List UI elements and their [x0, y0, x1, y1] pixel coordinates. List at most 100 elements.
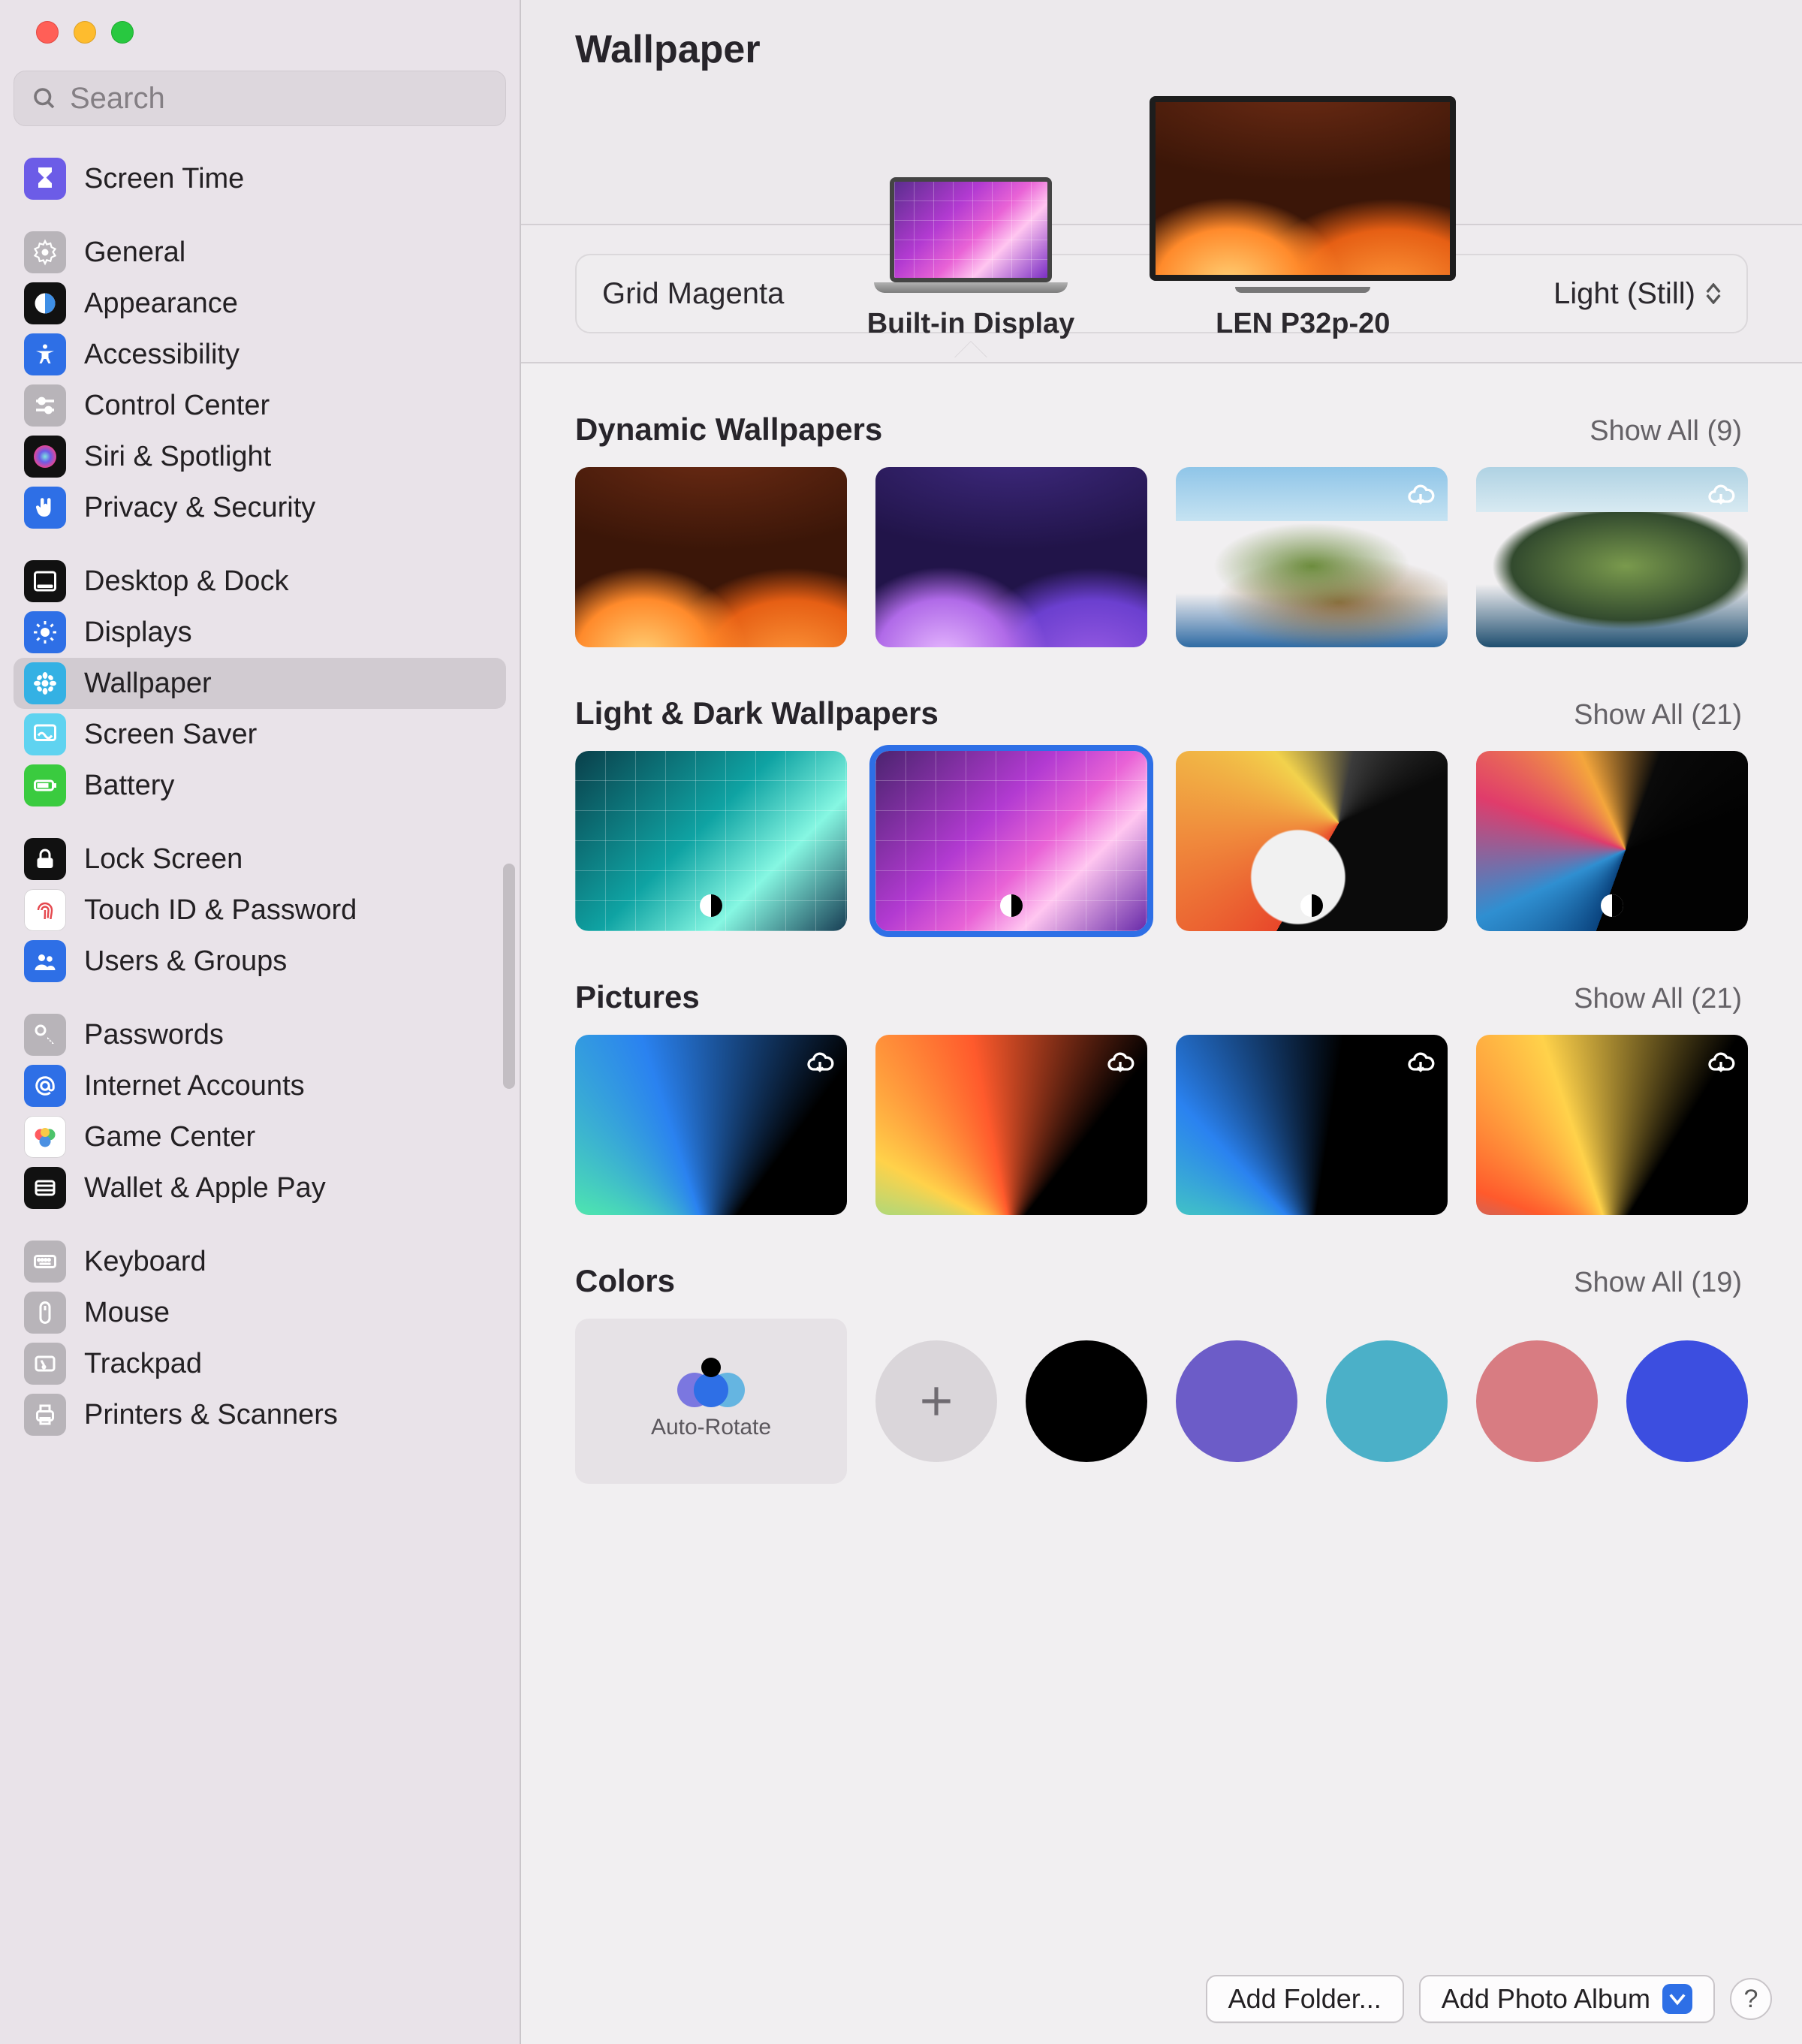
help-button[interactable]: ?: [1730, 1978, 1772, 2020]
wallpaper-thumb[interactable]: [1176, 467, 1448, 647]
window-minimize-button[interactable]: [74, 21, 96, 44]
color-swatch[interactable]: [1026, 1340, 1147, 1462]
sidebar-item-touch-id[interactable]: Touch ID & Password: [14, 885, 506, 936]
appearance-icon: [24, 282, 66, 324]
window-close-button[interactable]: [36, 21, 59, 44]
sidebar-item-screen-saver[interactable]: Screen Saver: [14, 709, 506, 760]
builtin-display[interactable]: Built-in Display: [867, 177, 1075, 340]
search-icon: [31, 85, 58, 112]
sidebar-item-general[interactable]: General: [14, 227, 506, 278]
add-folder-button[interactable]: Add Folder...: [1206, 1975, 1404, 2023]
wallpaper-thumb[interactable]: [1176, 751, 1448, 931]
cloud-download-icon: [1704, 478, 1737, 511]
appearance-mode-label: Light (Still): [1553, 277, 1695, 311]
external-display[interactable]: LEN P32p-20: [1150, 96, 1456, 340]
sidebar-item-screen-time[interactable]: Screen Time: [14, 153, 506, 204]
cloud-download-icon: [1404, 478, 1437, 511]
wallpaper-content: Dynamic Wallpapers Show All (9) Light & …: [521, 363, 1802, 2044]
wallpaper-thumb[interactable]: [1476, 467, 1748, 647]
sidebar-item-internet-accounts[interactable]: Internet Accounts: [14, 1060, 506, 1111]
add-color-button[interactable]: [875, 1340, 997, 1462]
laptop-icon: [874, 177, 1068, 293]
gamecenter-icon: [24, 1116, 66, 1158]
section-pictures-show-all[interactable]: Show All (21): [1574, 983, 1742, 1015]
sidebar-item-mouse[interactable]: Mouse: [14, 1287, 506, 1338]
add-photo-album-button[interactable]: Add Photo Album: [1419, 1975, 1715, 2023]
wallpaper-thumb[interactable]: [575, 467, 847, 647]
sidebar-item-label: Game Center: [84, 1121, 255, 1153]
gear-icon: [24, 231, 66, 273]
dock-icon: [24, 560, 66, 602]
sidebar-item-wallpaper[interactable]: Wallpaper: [14, 658, 506, 709]
keyboard-icon: [24, 1241, 66, 1283]
sidebar-item-users-groups[interactable]: Users & Groups: [14, 936, 506, 987]
section-pictures-title: Pictures: [575, 979, 700, 1015]
sidebar-item-printers-scanners[interactable]: Printers & Scanners: [14, 1389, 506, 1440]
main: Wallpaper Built-in Display LEN P32p-20: [521, 0, 1802, 2044]
sidebar-scrollbar[interactable]: [503, 864, 515, 1089]
external-display-label: LEN P32p-20: [1216, 308, 1390, 340]
color-swatch[interactable]: [1626, 1340, 1748, 1462]
sidebar-item-label: Mouse: [84, 1297, 170, 1329]
sidebar-item-label: Control Center: [84, 390, 270, 422]
sidebar-item-lock-screen[interactable]: Lock Screen: [14, 834, 506, 885]
sidebar-item-label: Privacy & Security: [84, 492, 315, 524]
sidebar-item-wallet-applepay[interactable]: Wallet & Apple Pay: [14, 1162, 506, 1213]
switches-icon: [24, 384, 66, 427]
section-dynamic-show-all[interactable]: Show All (9): [1590, 415, 1742, 448]
search-field[interactable]: [14, 71, 506, 126]
sidebar-item-accessibility[interactable]: Accessibility: [14, 329, 506, 380]
sidebar-item-label: Screen Saver: [84, 719, 257, 751]
wallpaper-thumb[interactable]: [875, 1035, 1147, 1215]
sidebar-nav: Screen Time GeneralAppearanceAccessibilit…: [0, 153, 520, 1553]
wallet-icon: [24, 1167, 66, 1209]
sidebar-item-label: Trackpad: [84, 1348, 202, 1380]
auto-rotate-tile[interactable]: Auto-Rotate: [575, 1319, 847, 1484]
wallpaper-thumb[interactable]: [575, 1035, 847, 1215]
sidebar-item-label: Passwords: [84, 1019, 224, 1051]
search-input[interactable]: [70, 82, 489, 116]
sidebar-item-trackpad[interactable]: Trackpad: [14, 1338, 506, 1389]
battery-icon: [24, 764, 66, 806]
sidebar-item-desktop-dock[interactable]: Desktop & Dock: [14, 556, 506, 607]
sidebar-item-label: Wallet & Apple Pay: [84, 1172, 326, 1204]
lock-icon: [24, 838, 66, 880]
sidebar-item-displays[interactable]: Displays: [14, 607, 506, 658]
auto-rotate-label: Auto-Rotate: [651, 1415, 771, 1440]
sidebar-item-appearance[interactable]: Appearance: [14, 278, 506, 329]
sidebar-item-control-center[interactable]: Control Center: [14, 380, 506, 431]
sidebar-item-label: Siri & Spotlight: [84, 441, 271, 473]
window-fullscreen-button[interactable]: [111, 21, 134, 44]
wallpaper-thumb[interactable]: [1476, 1035, 1748, 1215]
sidebar-item-label: Internet Accounts: [84, 1070, 305, 1102]
sidebar-item-passwords[interactable]: Passwords: [14, 1009, 506, 1060]
wallpaper-thumb[interactable]: [1176, 1035, 1448, 1215]
sidebar-item-keyboard[interactable]: Keyboard: [14, 1236, 506, 1287]
appearance-mode-select[interactable]: Light (Still): [1553, 277, 1721, 311]
wallpaper-thumb[interactable]: [875, 751, 1147, 931]
sidebar-item-privacy-security[interactable]: Privacy & Security: [14, 482, 506, 533]
printer-icon: [24, 1394, 66, 1436]
sidebar-item-siri-spotlight[interactable]: Siri & Spotlight: [14, 431, 506, 482]
sidebar-item-label: Wallpaper: [84, 668, 212, 700]
wallpaper-thumb[interactable]: [575, 751, 847, 931]
color-swatch[interactable]: [1476, 1340, 1598, 1462]
main-header: Wallpaper Built-in Display LEN P32p-20: [521, 0, 1802, 224]
section-lightdark-show-all[interactable]: Show All (21): [1574, 699, 1742, 731]
auto-rotate-icon: [677, 1362, 745, 1407]
section-colors-show-all[interactable]: Show All (19): [1574, 1267, 1742, 1299]
sidebar-item-battery[interactable]: Battery: [14, 760, 506, 811]
sidebar-item-label: Displays: [84, 617, 192, 649]
wallpaper-thumb[interactable]: [875, 467, 1147, 647]
sidebar-item-game-center[interactable]: Game Center: [14, 1111, 506, 1162]
color-swatch[interactable]: [1326, 1340, 1448, 1462]
color-swatch[interactable]: [1176, 1340, 1297, 1462]
selected-display-indicator: [954, 342, 987, 358]
siri-icon: [24, 436, 66, 478]
section-dynamic: Dynamic Wallpapers Show All (9): [575, 412, 1748, 647]
section-lightdark: Light & Dark Wallpapers Show All (21): [575, 695, 1748, 931]
at-icon: [24, 1065, 66, 1107]
footer-bar: Add Folder... Add Photo Album ?: [521, 1960, 1802, 2044]
cloud-download-icon: [1704, 1045, 1737, 1078]
wallpaper-thumb[interactable]: [1476, 751, 1748, 931]
